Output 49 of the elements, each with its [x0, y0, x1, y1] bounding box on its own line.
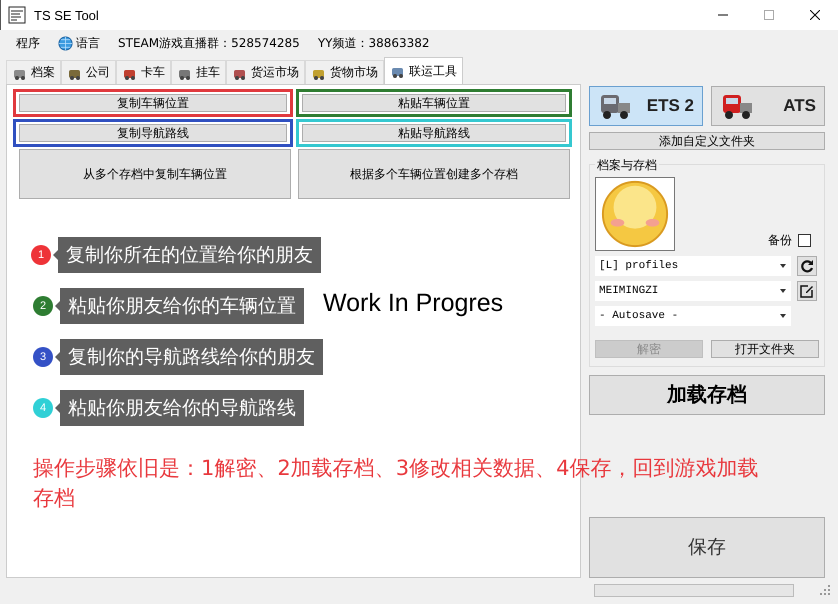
menu-item[interactable]: 语言	[76, 34, 100, 52]
backup-label: 备份	[768, 232, 792, 249]
button[interactable]: 打开文件夹	[711, 340, 819, 358]
tab[interactable]: 公司	[61, 60, 116, 84]
caret-icon	[779, 264, 787, 268]
game-button[interactable]: ETS 2	[589, 86, 703, 126]
app-icon	[8, 6, 26, 24]
dropdown[interactable]: MEIMINGZI	[595, 281, 791, 301]
menu-item[interactable]: 程序	[16, 34, 40, 52]
callout: 复制你的导航路线给你的朋友	[55, 339, 323, 375]
step-number: 3	[33, 347, 53, 367]
step-number: 2	[33, 296, 53, 316]
menu-item[interactable]: YY频道：38863382	[318, 34, 430, 52]
work-in-progress-text: Work In Progres	[323, 289, 504, 318]
add-folder-button[interactable]: 添加自定义文件夹	[589, 132, 825, 150]
tab[interactable]: 货运市场	[226, 60, 305, 84]
action-button[interactable]: 粘贴导航路线	[302, 124, 566, 142]
window-title: TS SE Tool	[34, 8, 99, 22]
game-button[interactable]: ATS	[711, 86, 825, 126]
save-button[interactable]: 保存	[589, 516, 825, 578]
tab[interactable]: 联运工具	[384, 57, 463, 84]
load-save-button[interactable]: 加载存档	[589, 375, 825, 415]
edit-icon[interactable]	[800, 284, 814, 298]
checkbox[interactable]	[798, 234, 811, 247]
instruction-note: 操作步骤依旧是：1解密、2加载存档、3修改相关数据、4保存，回到游戏加载存档	[33, 455, 760, 512]
close-icon[interactable]	[810, 10, 820, 20]
action-button[interactable]: 复制导航路线	[19, 124, 287, 142]
caret-icon	[779, 288, 787, 294]
group-title: 档案与存档	[595, 157, 659, 174]
tab[interactable]: 卡车	[116, 60, 171, 84]
action-button[interactable]: 根据多个车辆位置创建多个存档	[298, 149, 570, 199]
action-button[interactable]: 从多个存档中复制车辆位置	[19, 149, 291, 199]
tab[interactable]: 货物市场	[305, 60, 384, 84]
action-button[interactable]: 粘贴车辆位置	[302, 94, 566, 112]
refresh-icon[interactable]	[800, 259, 814, 273]
caret-icon	[779, 314, 787, 318]
menu-item[interactable]: STEAM游戏直播群：528574285	[118, 34, 300, 52]
callout: 粘贴你朋友给你的车辆位置	[55, 288, 304, 324]
action-button[interactable]: 复制车辆位置	[19, 94, 287, 112]
callout: 复制你所在的位置给你的朋友	[53, 237, 321, 273]
tab[interactable]: 挂车	[171, 60, 226, 84]
step-number: 1	[31, 245, 51, 265]
dropdown[interactable]: [L] profiles	[595, 256, 791, 276]
callout: 粘贴你朋友给你的导航路线	[55, 390, 304, 426]
resize-grip-icon	[820, 585, 830, 595]
tab[interactable]: 档案	[6, 60, 61, 84]
step-number: 4	[33, 398, 53, 418]
globe-icon	[58, 36, 73, 50]
dropdown[interactable]: - Autosave -	[595, 306, 791, 326]
